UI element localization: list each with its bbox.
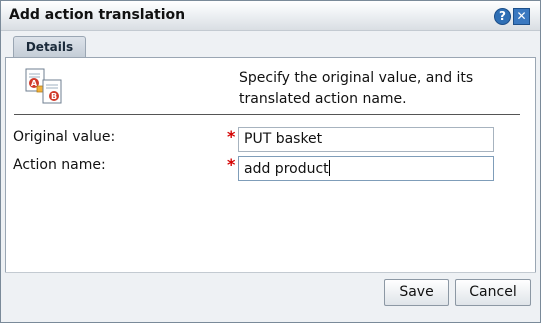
help-icon[interactable]: ?: [494, 8, 511, 25]
original-value-required-marker: *: [227, 127, 236, 146]
dialog-titlebar[interactable]: Add action translation: [1, 1, 540, 31]
translate-document-icon: A B: [25, 68, 62, 104]
svg-text:B: B: [51, 92, 57, 101]
dialog-title: Add action translation: [9, 7, 186, 23]
add-action-translation-dialog: Add action translation ? ✕ Details A B S…: [0, 0, 541, 323]
original-value-text: PUT basket: [244, 131, 323, 147]
save-button[interactable]: Save: [384, 279, 449, 306]
cancel-button[interactable]: Cancel: [455, 279, 531, 306]
text-cursor: [328, 160, 330, 176]
divider: [14, 114, 520, 115]
action-name-text: add product: [244, 161, 329, 177]
original-value-input[interactable]: PUT basket: [238, 127, 494, 152]
button-bar-divider: [5, 272, 536, 273]
dialog-description: Specify the original value, and its tran…: [239, 70, 474, 107]
close-icon[interactable]: ✕: [513, 8, 530, 25]
tab-details[interactable]: Details: [13, 36, 86, 58]
action-name-label: Action name:: [13, 157, 106, 173]
action-name-required-marker: *: [227, 155, 236, 174]
action-name-input[interactable]: add product: [238, 156, 494, 181]
original-value-label: Original value:: [13, 129, 116, 145]
